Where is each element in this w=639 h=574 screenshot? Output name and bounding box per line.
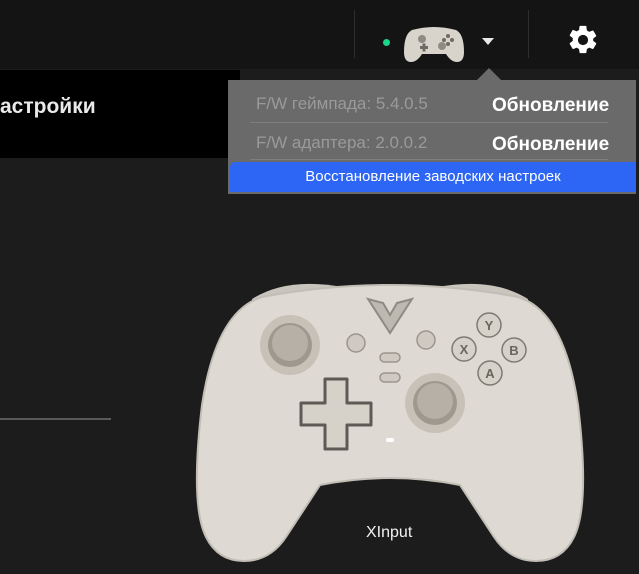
top-bar-divider	[528, 10, 529, 58]
adapter-firmware-label: F/W адаптера: 2.0.0.2	[256, 133, 428, 152]
popup-divider	[250, 159, 608, 160]
gamepad-update-button[interactable]: Обновление	[492, 95, 609, 117]
svg-text:B: B	[509, 343, 518, 358]
input-mode-label: XInput	[366, 524, 413, 541]
gamepad-firmware-label: F/W геймпада: 5.4.0.5	[256, 94, 428, 113]
gear-icon[interactable]	[566, 23, 600, 57]
gamepad-image: Y X B A	[195, 283, 585, 563]
top-bar	[0, 0, 639, 69]
connection-status-dot	[383, 39, 390, 46]
factory-reset-button[interactable]: Восстановление заводских настроек	[230, 162, 636, 192]
svg-text:X: X	[460, 342, 469, 357]
caret-down-icon[interactable]	[482, 38, 494, 45]
popup-divider	[250, 122, 608, 123]
svg-text:A: A	[485, 366, 495, 381]
top-bar-divider	[354, 10, 355, 58]
divider-line	[0, 418, 111, 420]
adapter-update-button[interactable]: Обновление	[492, 134, 609, 156]
page-title: астройки	[0, 95, 96, 118]
controller-thumbnail-icon[interactable]	[402, 24, 466, 64]
svg-text:Y: Y	[485, 318, 494, 333]
